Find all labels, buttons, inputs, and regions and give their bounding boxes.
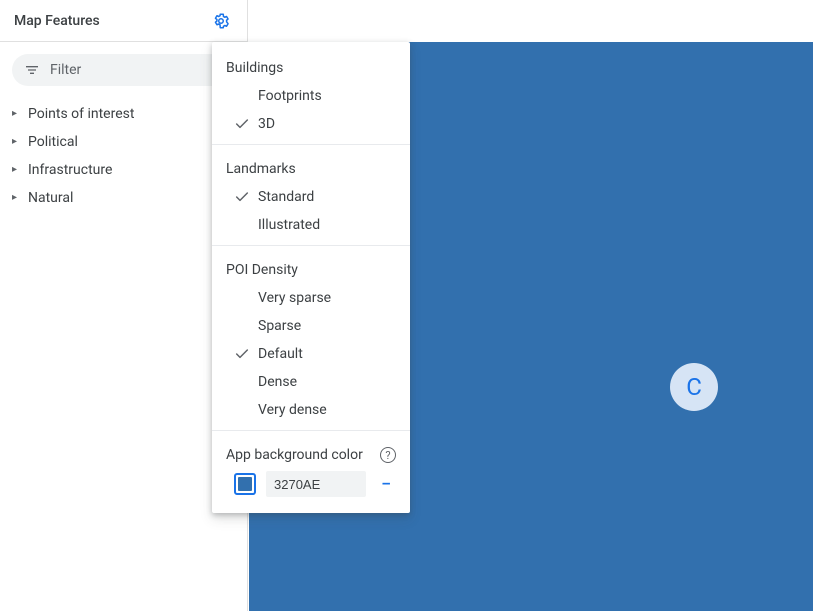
sidebar-title: Map Features	[14, 13, 100, 29]
settings-popover: Buildings Footprints 3D Landmarks Standa…	[212, 42, 410, 513]
sidebar-item-label: Infrastructure	[28, 162, 112, 178]
bg-color-input-row: −	[212, 471, 410, 497]
option-label: Very dense	[258, 402, 327, 418]
settings-button[interactable]	[209, 9, 233, 33]
option-label: Dense	[258, 374, 297, 390]
chevron-right-icon: ▸	[12, 193, 22, 203]
option-3d[interactable]: 3D	[212, 110, 410, 138]
check-icon	[226, 346, 258, 362]
option-sparse[interactable]: Sparse	[212, 312, 410, 340]
option-very-sparse[interactable]: Very sparse	[212, 284, 410, 312]
check-icon	[226, 116, 258, 132]
feature-tree: ▸ Points of interest ▸ Political ▸ Infra…	[0, 94, 247, 218]
sidebar-item-label: Natural	[28, 190, 73, 206]
filter-container: Filter	[0, 42, 247, 94]
filter-placeholder: Filter	[50, 62, 81, 78]
filter-input[interactable]: Filter	[12, 54, 235, 86]
section-title-poi-density: POI Density	[212, 252, 410, 284]
divider	[212, 430, 410, 431]
color-swatch-inner	[238, 477, 252, 491]
section-title-landmarks: Landmarks	[212, 151, 410, 183]
option-label: 3D	[258, 116, 275, 132]
divider	[212, 245, 410, 246]
option-standard[interactable]: Standard	[212, 183, 410, 211]
hex-input[interactable]	[266, 471, 366, 497]
chevron-right-icon: ▸	[12, 137, 22, 147]
divider	[212, 144, 410, 145]
section-title-buildings: Buildings	[212, 50, 410, 82]
chevron-right-icon: ▸	[12, 165, 22, 175]
filter-icon	[24, 62, 40, 78]
gear-icon	[212, 12, 230, 30]
color-swatch[interactable]	[234, 473, 256, 495]
bg-color-label: App background color	[226, 447, 363, 463]
watermark-letter: C	[686, 373, 702, 401]
bg-color-row: App background color ?	[212, 437, 410, 471]
map-features-sidebar: Map Features Filter ▸ Points of interest…	[0, 0, 248, 611]
sidebar-item-label: Points of interest	[28, 106, 134, 122]
sidebar-item-infrastructure[interactable]: ▸ Infrastructure	[0, 156, 247, 184]
sidebar-item-label: Political	[28, 134, 78, 150]
option-default[interactable]: Default	[212, 340, 410, 368]
option-very-dense[interactable]: Very dense	[212, 396, 410, 424]
remove-color-button[interactable]: −	[376, 474, 396, 495]
sidebar-item-political[interactable]: ▸ Political	[0, 128, 247, 156]
sidebar-item-natural[interactable]: ▸ Natural	[0, 184, 247, 212]
option-label: Footprints	[258, 88, 322, 104]
option-label: Illustrated	[258, 217, 320, 233]
help-icon[interactable]: ?	[380, 447, 396, 463]
sidebar-header: Map Features	[0, 0, 247, 42]
option-label: Default	[258, 346, 303, 362]
option-footprints[interactable]: Footprints	[212, 82, 410, 110]
sidebar-item-poi[interactable]: ▸ Points of interest	[0, 100, 247, 128]
map-watermark: C	[670, 363, 718, 411]
chevron-right-icon: ▸	[12, 109, 22, 119]
option-dense[interactable]: Dense	[212, 368, 410, 396]
option-illustrated[interactable]: Illustrated	[212, 211, 410, 239]
check-icon	[226, 189, 258, 205]
option-label: Very sparse	[258, 290, 331, 306]
option-label: Standard	[258, 189, 314, 205]
option-label: Sparse	[258, 318, 301, 334]
